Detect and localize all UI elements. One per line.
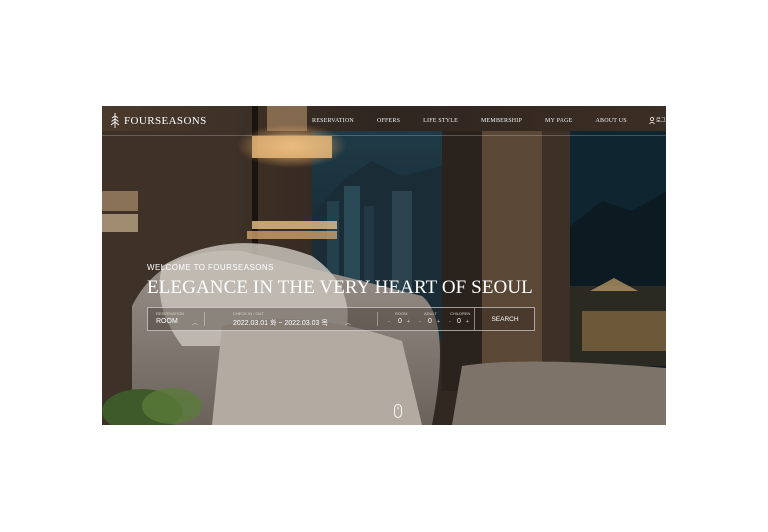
menu-item-reservation[interactable]: RESERVATION xyxy=(312,118,354,124)
login-link[interactable]: 로그 xyxy=(649,116,666,124)
room-label: ROOM xyxy=(395,311,408,316)
search-button[interactable]: SEARCH xyxy=(474,308,535,330)
room-value: 0 xyxy=(398,318,402,325)
reservation-value: ROOM xyxy=(156,318,178,325)
check-in-out-picker[interactable]: CHECK IN / OUT 2022.03.01 화 ~ 2022.03.03… xyxy=(205,308,365,330)
mouse-scroll-icon[interactable] xyxy=(394,404,402,418)
chevron-up-icon: ︿ xyxy=(345,321,352,327)
children-value: 0 xyxy=(457,318,461,325)
room-plus-button[interactable]: + xyxy=(407,319,410,325)
brand-name: FOURSEASONS xyxy=(124,114,207,127)
main-menu: RESERVATION OFFERS LIFE STYLE MEMBERSHIP… xyxy=(312,106,650,135)
menu-item-membership[interactable]: MEMBERSHIP xyxy=(481,118,522,124)
adult-plus-button[interactable]: + xyxy=(437,319,440,325)
hero-headline: ELEGANCE IN THE VERY HEART OF SEOUL xyxy=(147,277,533,298)
children-stepper[interactable]: CHILDREN - 0 + xyxy=(448,308,474,330)
adult-minus-button[interactable]: - xyxy=(419,319,421,325)
login-label: 로그 xyxy=(655,118,666,124)
top-navigation: FOURSEASONS RESERVATION OFFERS LIFE STYL… xyxy=(102,106,666,136)
divider xyxy=(377,312,378,326)
user-icon xyxy=(649,116,655,124)
reservation-type-select[interactable]: RESERVATION ROOM ︿ xyxy=(148,308,203,330)
menu-item-life-style[interactable]: LIFE STYLE xyxy=(423,118,458,124)
booking-bar: RESERVATION ROOM ︿ CHECK IN / OUT 2022.0… xyxy=(147,307,535,331)
checkin-value: 2022.03.01 화 ~ 2022.03.03 목 xyxy=(233,320,328,327)
reservation-label: RESERVATION xyxy=(156,311,185,316)
brand-logo[interactable]: FOURSEASONS xyxy=(110,113,207,128)
adult-stepper[interactable]: ADULT - 0 + xyxy=(419,308,447,330)
children-plus-button[interactable]: + xyxy=(466,319,469,325)
hero-section: FOURSEASONS RESERVATION OFFERS LIFE STYL… xyxy=(102,106,666,425)
children-minus-button[interactable]: - xyxy=(449,319,451,325)
adult-value: 0 xyxy=(428,318,432,325)
adult-label: ADULT xyxy=(424,311,437,316)
menu-item-about-us[interactable]: ABOUT US xyxy=(596,118,627,124)
checkin-label: CHECK IN / OUT xyxy=(233,311,264,316)
room-minus-button[interactable]: - xyxy=(388,319,390,325)
menu-item-offers[interactable]: OFFERS xyxy=(377,118,400,124)
leaf-icon xyxy=(110,113,120,128)
room-stepper[interactable]: ROOM - 0 + xyxy=(388,308,416,330)
children-label: CHILDREN xyxy=(450,311,471,316)
menu-item-my-page[interactable]: MY PAGE xyxy=(545,118,572,124)
chevron-up-icon: ︿ xyxy=(192,321,199,327)
welcome-text: WELCOME TO FOURSEASONS xyxy=(147,263,274,272)
